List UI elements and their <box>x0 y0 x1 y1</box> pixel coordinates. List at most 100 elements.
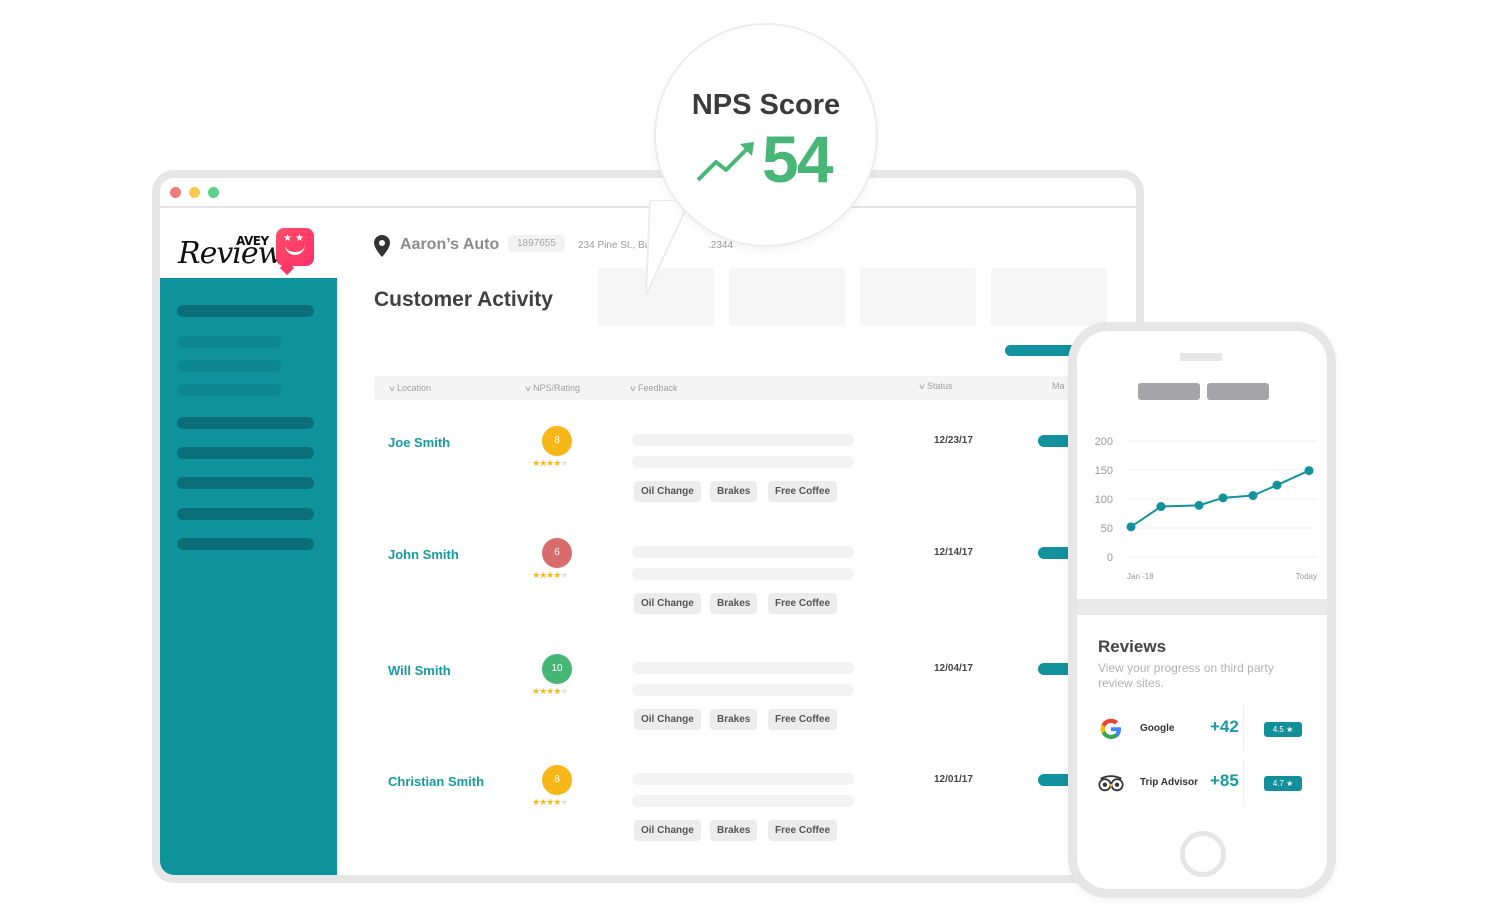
customer-name-link[interactable]: Joe Smith <box>388 435 450 450</box>
nps-score-callout: NPS Score 54 <box>656 25 876 245</box>
feedback-placeholder-line <box>632 684 854 696</box>
sidebar-subitem[interactable] <box>177 360 281 372</box>
x-tick-label: Jan -18 <box>1127 572 1154 581</box>
section-divider <box>1077 599 1327 615</box>
nps-title: NPS Score <box>691 89 841 121</box>
customer-name-link[interactable]: Christian Smith <box>388 774 484 789</box>
feedback-placeholder-line <box>632 662 854 674</box>
page-title: Customer Activity <box>374 288 553 311</box>
star-icon: ★ <box>560 797 568 807</box>
column-header-status[interactable]: v Status <box>919 381 953 391</box>
star-icon: ★ <box>560 570 568 580</box>
review-site-row-tripadvisor[interactable]: Trip Advisor +85 4.7 ★ <box>1098 759 1310 805</box>
chevron-down-icon: v <box>919 382 925 391</box>
sidebar-subitem[interactable] <box>177 384 281 396</box>
y-tick-label: 0 <box>1107 552 1113 564</box>
column-header-nps-rating[interactable]: v NPS/Rating <box>525 383 581 393</box>
smiley-chat-icon: ★★ <box>276 228 314 266</box>
reviews-title: Reviews <box>1098 637 1167 656</box>
feedback-tag[interactable]: Free Coffee <box>768 481 838 502</box>
phone-home-button[interactable] <box>1180 831 1226 877</box>
sidebar-item[interactable] <box>177 305 314 317</box>
data-point[interactable] <box>1156 502 1166 512</box>
rating-badge: 4.5 ★ <box>1264 722 1302 737</box>
data-point[interactable] <box>1304 466 1314 476</box>
minimize-window-button[interactable] <box>189 187 200 198</box>
phone-mockup: 0 50 100 150 200 Jan -18 Today Reviews View yo… <box>1068 322 1336 898</box>
feedback-placeholder-line <box>632 795 854 807</box>
data-point[interactable] <box>1272 480 1282 490</box>
review-count-delta: +42 <box>1210 717 1239 736</box>
phone-tab[interactable] <box>1138 383 1200 400</box>
reviews-subtitle: View your progress on third party review… <box>1098 661 1274 690</box>
sidebar-item[interactable] <box>177 417 314 429</box>
nps-score-badge: 6 <box>542 538 572 568</box>
feedback-placeholder-line <box>632 434 854 446</box>
avey-reviews-logo[interactable]: Reviews AVEY ★★ <box>178 228 318 284</box>
feedback-tag[interactable]: Brakes <box>710 481 758 502</box>
feedback-tag[interactable]: Brakes <box>710 820 758 841</box>
customer-name-link[interactable]: John Smith <box>388 547 459 562</box>
stat-card[interactable] <box>860 268 976 326</box>
column-label: Feedback <box>638 383 678 393</box>
rating-badge: 4.7 ★ <box>1264 776 1302 791</box>
sidebar-item[interactable] <box>177 508 314 520</box>
activity-date: 12/14/17 <box>934 547 973 558</box>
y-tick-label: 50 <box>1101 523 1113 535</box>
business-name[interactable]: Aaron’s Auto <box>400 236 499 254</box>
location-pin-icon <box>374 235 390 257</box>
chevron-down-icon: v <box>525 384 531 393</box>
feedback-tag[interactable]: Oil Change <box>634 593 701 614</box>
trending-up-icon <box>696 142 754 182</box>
business-id-badge: 1897655 <box>508 235 565 252</box>
stat-card[interactable] <box>729 268 845 326</box>
column-label: Ma <box>1052 381 1065 391</box>
review-count-delta: +85 <box>1210 771 1239 790</box>
feedback-tag[interactable]: Brakes <box>710 709 758 730</box>
feedback-tag[interactable]: Free Coffee <box>768 709 838 730</box>
sidebar-item[interactable] <box>177 538 314 550</box>
y-tick-label: 150 <box>1095 465 1113 477</box>
feedback-placeholder-line <box>632 546 854 558</box>
logo-avey-text: AVEY <box>236 234 269 248</box>
column-label: NPS/Rating <box>533 383 581 393</box>
data-point[interactable] <box>1248 491 1258 501</box>
feedback-tag[interactable]: Oil Change <box>634 709 701 730</box>
feedback-placeholder-line <box>632 456 854 468</box>
customer-name-link[interactable]: Will Smith <box>388 663 451 678</box>
data-point[interactable] <box>1126 522 1136 532</box>
phone-tab[interactable] <box>1207 383 1269 400</box>
nps-score-badge: 8 <box>542 765 572 795</box>
data-point[interactable] <box>1194 500 1204 510</box>
stat-card[interactable] <box>991 268 1107 326</box>
nps-score-badge: 10 <box>542 654 572 684</box>
column-header-location[interactable]: v Location <box>389 383 431 393</box>
sidebar-item[interactable] <box>177 447 314 459</box>
divider <box>1243 705 1244 751</box>
column-header-truncated[interactable]: Ma <box>1052 381 1065 391</box>
maximize-window-button[interactable] <box>208 187 219 198</box>
feedback-tag[interactable]: Free Coffee <box>768 820 838 841</box>
close-window-button[interactable] <box>170 187 181 198</box>
chevron-down-icon: v <box>630 384 636 393</box>
data-point[interactable] <box>1218 493 1228 503</box>
x-tick-label: Today <box>1296 572 1317 581</box>
activity-date: 12/04/17 <box>934 663 973 674</box>
feedback-tag[interactable]: Oil Change <box>634 820 701 841</box>
feedback-tag[interactable]: Free Coffee <box>768 593 838 614</box>
review-site-row-google[interactable]: Google +42 4.5 ★ <box>1098 705 1310 751</box>
feedback-tag[interactable]: Brakes <box>710 593 758 614</box>
activity-date: 12/01/17 <box>934 774 973 785</box>
column-header-feedback[interactable]: v Feedback <box>630 383 678 393</box>
sidebar-item[interactable] <box>177 477 314 489</box>
star-rating: ★★★★★ <box>532 686 568 697</box>
nps-trend-chart: 0 50 100 150 200 Jan -18 Today <box>1095 436 1317 581</box>
feedback-placeholder-line <box>632 568 854 580</box>
review-site-name: Google <box>1140 723 1175 734</box>
sidebar-subitem[interactable] <box>177 336 281 348</box>
activity-date: 12/23/17 <box>934 435 973 446</box>
google-icon <box>1100 718 1121 739</box>
column-label: Status <box>927 381 953 391</box>
review-site-name: Trip Advisor <box>1140 777 1198 788</box>
feedback-tag[interactable]: Oil Change <box>634 481 701 502</box>
